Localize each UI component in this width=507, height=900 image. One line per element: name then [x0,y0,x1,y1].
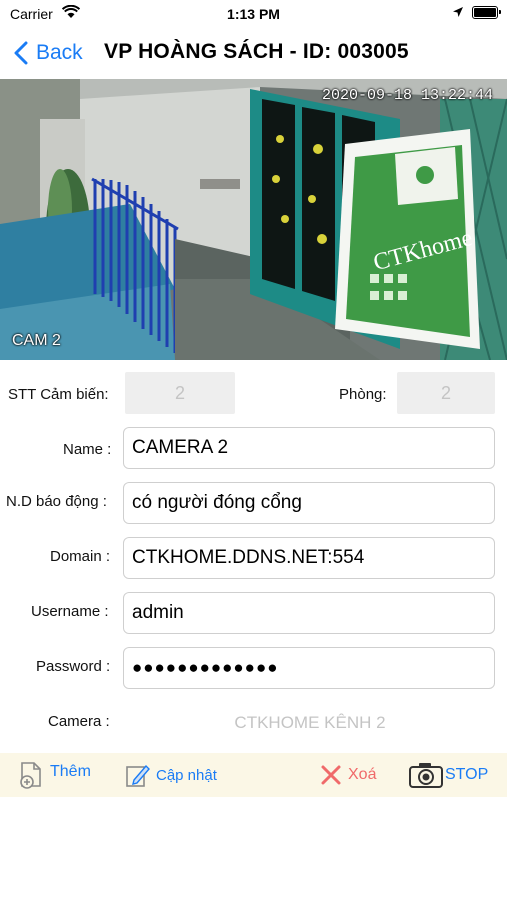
stop-label: STOP [445,766,489,783]
status-bar: Carrier 1:13 PM [0,0,507,28]
camera-channel-value[interactable]: CTKHOME KÊNH 2 [200,713,420,733]
domain-input[interactable]: CTKHOME.DDNS.NET:554 [123,537,495,579]
page-title: VP HOÀNG SÁCH - ID: 003005 [104,40,409,63]
username-input[interactable]: admin [123,592,495,634]
password-label: Password : [36,658,111,675]
pencil-note-icon [126,764,150,787]
document-plus-icon [20,762,41,789]
room-field: 2 [397,372,495,414]
chevron-left-icon [14,41,28,65]
domain-label: Domain : [50,548,111,565]
username-label: Username : [31,603,109,620]
name-input[interactable]: CAMERA 2 [123,427,495,469]
camera-label: Camera : [48,713,110,730]
update-button[interactable]: Cập nhật [124,753,217,797]
camera-icon [409,763,443,788]
stop-button[interactable]: STOP [408,753,488,797]
camera-timestamp: 2020-09-18 13:22:44 [321,87,493,104]
location-arrow-icon [453,7,463,17]
camera-snapshot: CTKhome [0,79,507,360]
camera-feed[interactable]: CTKhome 2020-09-18 13:22:44 CAM 2 [0,79,507,360]
navigation-bar: Back VP HOÀNG SÁCH - ID: 003005 [0,28,507,78]
delete-button[interactable]: Xoá [320,753,376,797]
password-input[interactable]: ●●●●●●●●●●●●● [123,647,495,689]
room-label: Phòng: [339,386,387,403]
name-label: Name : [63,441,112,458]
back-button[interactable]: Back [14,38,83,68]
add-button[interactable]: Thêm [18,753,91,797]
bottom-toolbar: Thêm Cập nhật Xoá STOP [0,753,507,797]
sensor-number-label: STT Cảm biến: [8,386,109,403]
alarm-content-label: N.D báo động : [6,493,107,510]
battery-icon [472,6,501,19]
sensor-number-field: 2 [125,372,235,414]
add-label: Thêm [50,763,91,780]
update-label: Cập nhật [156,766,217,784]
delete-label: Xoá [348,766,377,783]
camera-channel-label: CAM 2 [12,332,61,349]
x-icon [321,765,341,785]
back-label: Back [36,41,83,64]
status-time: 1:13 PM [227,6,280,22]
alarm-content-input[interactable]: có người đóng cổng [123,482,495,524]
